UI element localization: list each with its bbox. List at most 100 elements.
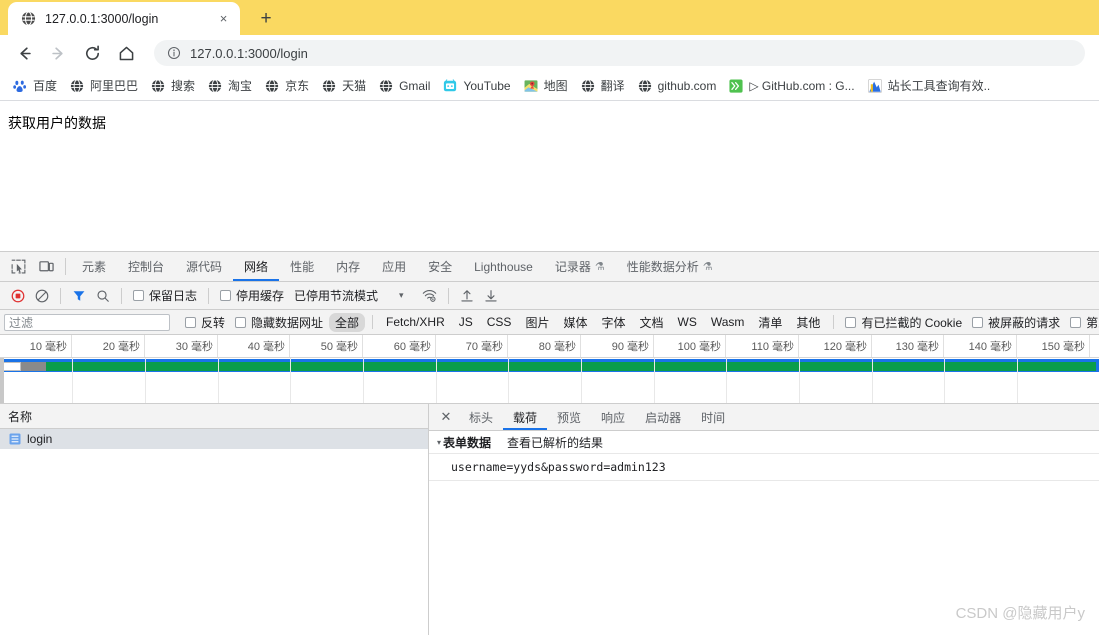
ruler-tick: 90 毫秒 (581, 335, 654, 357)
bookmark-item[interactable]: Gmail (372, 75, 436, 97)
bookmark-label: 翻译 (600, 79, 625, 93)
checkbox-box[interactable] (235, 316, 247, 328)
tab-elements[interactable]: 元素 (71, 252, 117, 281)
overview-gridline (654, 358, 655, 403)
preserve-log-checkbox[interactable]: 保留日志 (128, 286, 202, 306)
close-icon[interactable]: ✕ (433, 404, 459, 430)
invert-checkbox[interactable]: 反转 (185, 314, 225, 331)
globe-icon (378, 78, 394, 94)
filter-type-font[interactable]: 字体 (595, 313, 631, 332)
tab-sources[interactable]: 源代码 (175, 252, 233, 281)
tab-network[interactable]: 网络 (233, 252, 279, 281)
bookmark-item[interactable]: 阿里巴巴 (63, 75, 144, 97)
filter-type-ws[interactable]: WS (672, 314, 703, 330)
filter-type-doc[interactable]: 文档 (633, 313, 669, 332)
detail-tab-payload[interactable]: 载荷 (503, 404, 547, 430)
bookmark-item[interactable]: ▷ GitHub.com : G... (722, 75, 860, 97)
close-icon[interactable]: × (215, 10, 232, 27)
blocked-requests-checkbox[interactable]: 被屏蔽的请求 (972, 314, 1060, 331)
detail-tab-headers[interactable]: 标头 (459, 404, 503, 430)
tab-application[interactable]: 应用 (371, 252, 417, 281)
hide-data-urls-checkbox[interactable]: 隐藏数据网址 (235, 314, 323, 331)
record-stop-icon[interactable] (6, 286, 30, 306)
reload-icon[interactable] (78, 39, 106, 67)
form-data-section-header[interactable]: ▾ 表单数据 查看已解析的结果 (429, 431, 1099, 454)
overview-gridline (944, 358, 945, 403)
throttling-dropdown[interactable]: 已停用节流模式 (289, 286, 383, 306)
overview-gridline (145, 358, 146, 403)
network-conditions-icon[interactable] (417, 286, 442, 306)
bookmark-item[interactable]: 淘宝 (201, 75, 258, 97)
search-icon[interactable] (91, 286, 115, 306)
ruler-tick-label: 90 毫秒 (611, 341, 649, 353)
filter-type-manifest[interactable]: 清单 (752, 313, 788, 332)
filter-type-js[interactable]: JS (453, 314, 479, 330)
overview-gridline (508, 358, 509, 403)
third-party-checkbox[interactable]: 第三方请求 (1070, 314, 1099, 331)
filter-type-all[interactable]: 全部 (329, 312, 366, 332)
home-icon[interactable] (112, 39, 140, 67)
filter-type-media[interactable]: 媒体 (557, 313, 593, 332)
tab-console[interactable]: 控制台 (117, 252, 175, 281)
table-row[interactable]: login (0, 429, 428, 449)
browser-tab[interactable]: 127.0.0.1:3000/login × (8, 2, 240, 35)
bookmark-item[interactable]: 地图 (517, 75, 574, 97)
new-tab-button[interactable]: + (252, 4, 280, 32)
blocked-cookies-checkbox[interactable]: 有已拦截的 Cookie (845, 314, 962, 331)
tab-memory[interactable]: 内存 (325, 252, 371, 281)
bookmark-item[interactable]: 天猫 (315, 75, 372, 97)
overview-body[interactable] (0, 358, 1099, 403)
ruler-tick: 30 毫秒 (145, 335, 218, 357)
detail-tab-preview[interactable]: 预览 (547, 404, 591, 430)
filter-type-wasm[interactable]: Wasm (705, 314, 751, 330)
bookmark-item[interactable]: 百度 (6, 75, 63, 97)
bookmark-item[interactable]: 搜索 (144, 75, 201, 97)
bookmark-item[interactable]: 站长工具查询有效.. (861, 75, 997, 97)
bookmark-item[interactable]: 京东 (258, 75, 315, 97)
export-har-icon[interactable] (479, 286, 503, 306)
bookmark-label: 淘宝 (228, 79, 253, 93)
checkbox-box[interactable] (972, 316, 984, 328)
network-overview[interactable]: 10 毫秒 20 毫秒 30 毫秒 40 毫秒 50 毫秒 60 毫秒 70 毫… (0, 335, 1099, 404)
disable-cache-checkbox[interactable]: 停用缓存 (215, 286, 289, 306)
address-bar[interactable]: 127.0.0.1:3000/login (154, 40, 1085, 66)
tab-performance-insights[interactable]: 性能数据分析 ⚗ (616, 252, 724, 281)
funnel-icon[interactable] (67, 286, 91, 306)
filter-input[interactable]: 过滤 (4, 313, 170, 331)
checkbox-box[interactable] (185, 316, 196, 328)
checkbox-box[interactable] (1070, 316, 1082, 328)
filter-type-fetch-xhr[interactable]: Fetch/XHR (380, 314, 451, 330)
request-list-header[interactable]: 名称 (0, 404, 428, 429)
tab-security[interactable]: 安全 (417, 252, 463, 281)
bookmark-item[interactable]: github.com (631, 75, 723, 97)
chevron-down-icon[interactable]: ▾ (383, 286, 409, 306)
detail-tab-initiator[interactable]: 启动器 (635, 404, 691, 430)
globe-icon (321, 78, 337, 94)
inspect-element-icon[interactable] (4, 252, 32, 281)
tab-performance[interactable]: 性能 (279, 252, 325, 281)
checkbox-box[interactable] (133, 290, 144, 301)
forward-icon[interactable] (44, 39, 72, 67)
bookmark-label: 地图 (543, 79, 568, 93)
ruler-tick: 20 毫秒 (72, 335, 145, 357)
triangle-down-icon[interactable]: ▾ (437, 438, 441, 447)
checkbox-box[interactable] (220, 290, 232, 301)
clear-icon[interactable] (30, 286, 54, 306)
device-toolbar-icon[interactable] (32, 252, 60, 281)
import-har-icon[interactable] (455, 286, 479, 306)
filter-type-css[interactable]: CSS (481, 314, 518, 330)
detail-tab-timing[interactable]: 时间 (691, 404, 735, 430)
view-parsed-link[interactable]: 查看已解析的结果 (507, 434, 603, 451)
back-icon[interactable] (10, 39, 38, 67)
ruler-tick-label: 10 毫秒 (29, 341, 67, 353)
bookmark-item[interactable]: 翻译 (574, 75, 631, 97)
checkbox-box[interactable] (845, 316, 857, 328)
filter-type-img[interactable]: 图片 (519, 313, 555, 332)
bookmark-item[interactable]: YouTube (436, 75, 516, 97)
filter-type-other[interactable]: 其他 (790, 313, 826, 332)
tab-recorder[interactable]: 记录器 ⚗ (544, 252, 616, 281)
detail-tab-response[interactable]: 响应 (591, 404, 635, 430)
info-circle-icon[interactable] (166, 46, 181, 61)
tab-lighthouse[interactable]: Lighthouse (463, 252, 544, 281)
overview-scrollbar[interactable] (0, 358, 4, 403)
